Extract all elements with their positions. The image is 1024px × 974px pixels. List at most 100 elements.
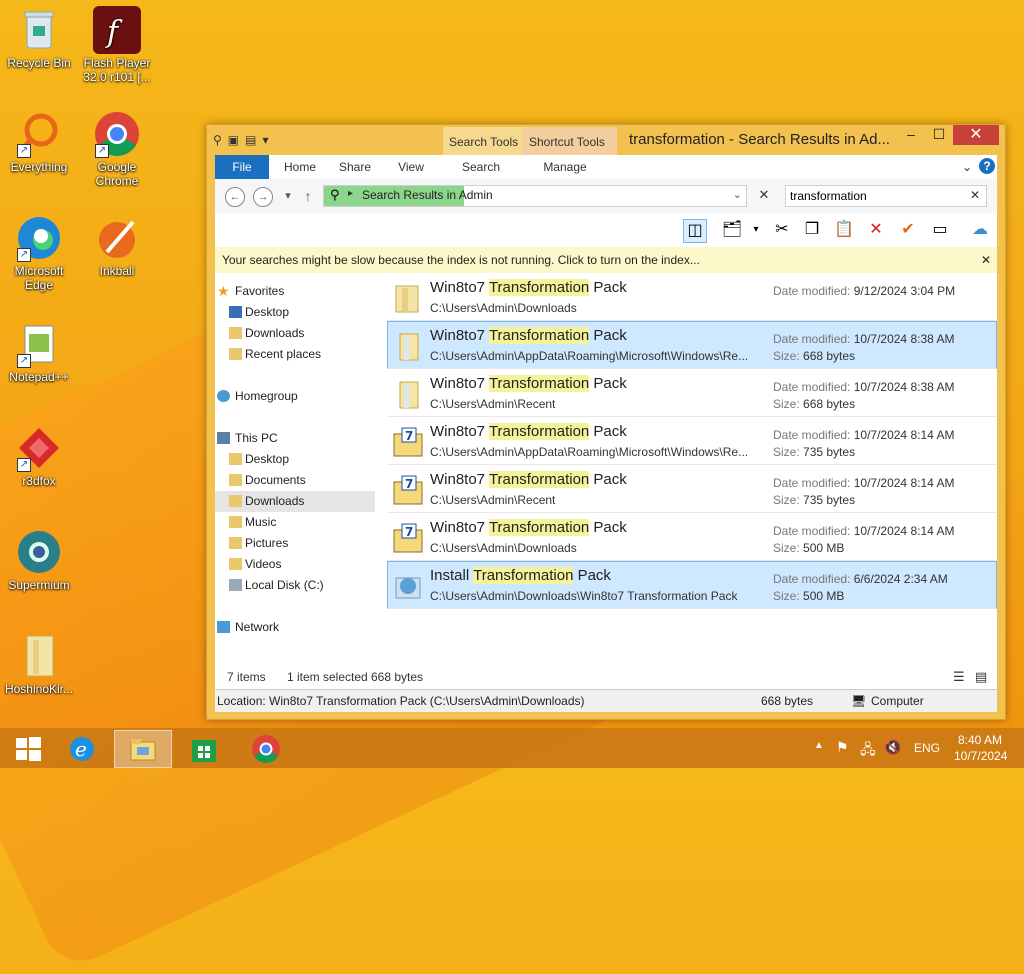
nav-pc-pictures[interactable]: Pictures — [215, 533, 375, 554]
taskbar-file-explorer[interactable] — [114, 730, 172, 768]
folder-icon — [392, 282, 424, 314]
properties-icon[interactable]: ▣ — [228, 133, 239, 147]
nav-pc-videos[interactable]: Videos — [215, 554, 375, 575]
nav-favorites[interactable]: ★ Favorites — [215, 281, 375, 302]
tab-view[interactable]: View — [393, 155, 429, 179]
clear-address-icon[interactable]: ✕ — [755, 187, 773, 205]
search-input[interactable] — [786, 186, 962, 206]
result-row[interactable]: Install Transformation Pack C:\Users\Admi… — [387, 561, 997, 609]
nav-homegroup[interactable]: Homegroup — [215, 386, 375, 407]
r3dfox-icon: ↗ — [15, 424, 63, 472]
desktop-icon-google-chrome[interactable]: ↗ Google Chrome — [78, 110, 156, 188]
result-size: Size: 735 bytes — [773, 493, 856, 507]
status-bar: 7 items 1 item selected 668 bytes ☰ ▤ — [215, 665, 997, 689]
result-row[interactable]: 7 Win8to7 Transformation Pack C:\Users\Adm… — [387, 417, 997, 465]
tab-home[interactable]: Home — [277, 155, 323, 179]
layout-pane-icon[interactable]: ◫ — [683, 219, 707, 243]
address-box[interactable]: ⚲ ▸ Search Results in Admin ⌄ — [323, 185, 747, 207]
taskbar-chrome[interactable] — [238, 730, 294, 766]
result-row[interactable]: Win8to7 Transformation Pack C:\Users\Admi… — [387, 273, 997, 321]
recent-locations-icon[interactable]: ▾ — [279, 187, 297, 205]
paste-icon[interactable]: 📋 — [833, 219, 855, 241]
result-row[interactable]: Win8to7 Transformation Pack C:\Users\Admi… — [387, 369, 997, 417]
copy-icon[interactable]: ❐ — [801, 219, 823, 241]
nav-favorites-downloads[interactable]: Downloads — [215, 323, 375, 344]
search-icon[interactable]: ⚲ — [213, 133, 222, 147]
up-button[interactable]: ↑ — [299, 187, 317, 205]
index-info-bar[interactable]: Your searches might be slow because the … — [215, 247, 997, 273]
maximize-button[interactable]: ☐ — [925, 125, 953, 145]
nav-pc-desktop[interactable]: Desktop — [215, 449, 375, 470]
chrome-icon: ↗ — [93, 110, 141, 158]
clear-search-icon[interactable]: ✕ — [970, 188, 980, 202]
desktop-icon-recycle-bin[interactable]: Recycle Bin — [0, 6, 78, 70]
desktop-icon-supermium[interactable]: Supermium — [0, 528, 78, 592]
context-tab-shortcut-tools: Shortcut Tools — [523, 127, 617, 155]
cloud-icon[interactable]: ☁ — [969, 219, 991, 241]
delete-icon[interactable]: ✕ — [865, 219, 887, 241]
result-name: Win8to7 Transformation Pack — [430, 327, 627, 344]
tab-search[interactable]: Search — [459, 155, 503, 179]
folder-icon — [229, 453, 242, 465]
nav-this-pc[interactable]: This PC — [215, 428, 375, 449]
tiles-view-icon[interactable]: ▤ — [975, 665, 987, 689]
check-icon[interactable]: ✔ — [897, 219, 919, 241]
desktop-icon-inkball[interactable]: Inkball — [78, 214, 156, 278]
nav-favorites-recent-places[interactable]: Recent places — [215, 344, 375, 365]
details-view-icon[interactable]: ☰ — [953, 665, 965, 689]
action-center-flag-icon[interactable]: ⚑ — [836, 739, 849, 756]
desktop-icon-r3dfox[interactable]: ↗ r3dfox — [0, 424, 78, 488]
input-language[interactable]: ENG — [914, 741, 940, 755]
desktop-icon-hoshinokir-folder[interactable]: HoshinoKir... — [0, 632, 78, 696]
result-row[interactable]: 7 Win8to7 Transformation Pack C:\Users\Adm… — [387, 513, 997, 561]
network-status-icon[interactable]: 🖧 — [860, 739, 876, 763]
desktop-icon-everything[interactable]: ↗ Everything — [0, 110, 78, 174]
nav-pc-documents[interactable]: Documents — [215, 470, 375, 491]
search-box[interactable]: ✕ — [785, 185, 987, 207]
folder-options-dropdown-icon[interactable]: ▾ — [745, 219, 767, 241]
shortcut-icon: 7 — [392, 474, 424, 506]
close-button[interactable]: ✕ — [953, 125, 999, 145]
internet-explorer-icon: e — [70, 737, 94, 761]
clock-date[interactable]: 10/7/2024 — [954, 749, 1007, 763]
taskbar-internet-explorer[interactable]: e — [54, 730, 110, 766]
result-row[interactable]: 7 Win8to7 Transformation Pack C:\Users\Adm… — [387, 465, 997, 513]
nav-network[interactable]: Network — [215, 617, 375, 638]
magnifier-icon: ↗ — [15, 110, 63, 158]
help-icon[interactable]: ? — [979, 158, 995, 174]
qat-dropdown-icon[interactable]: ▾ — [262, 133, 268, 147]
result-path: C:\Users\Admin\Downloads — [430, 541, 577, 555]
context-tab-search-tools: Search Tools — [443, 127, 529, 155]
result-row[interactable]: Win8to7 Transformation Pack C:\Users\Admi… — [387, 321, 997, 369]
nav-favorites-desktop[interactable]: Desktop — [215, 302, 375, 323]
result-path: C:\Users\Admin\Downloads — [430, 301, 577, 315]
result-name: Win8to7 Transformation Pack — [430, 375, 627, 392]
desktop-icon-microsoft-edge[interactable]: ↗ Microsoft Edge — [0, 214, 78, 292]
desktop-icon-flash-player[interactable]: f Flash Player 32.0 r101 [... — [78, 6, 156, 84]
forward-button[interactable]: → — [253, 187, 273, 207]
address-dropdown-icon[interactable]: ⌄ — [733, 188, 742, 201]
volume-muted-icon[interactable]: 🔇 — [884, 739, 901, 756]
new-folder-icon[interactable]: ▤ — [245, 133, 256, 147]
shortcut-arrow-icon: ↗ — [17, 144, 31, 158]
taskbar-store[interactable] — [176, 730, 232, 766]
desktop-icon-notepad-plus-plus[interactable]: ↗ Notepad++ — [0, 320, 78, 384]
nav-pc-music[interactable]: Music — [215, 512, 375, 533]
title-bar[interactable]: ⚲ ▣ ▤ ▾ Search Tools Shortcut Tools tran… — [207, 125, 1005, 155]
ribbon-expand-icon[interactable]: ⌄ — [959, 155, 975, 179]
dismiss-info-icon[interactable]: ✕ — [981, 247, 991, 273]
network-icon — [217, 621, 230, 633]
rename-icon[interactable]: ▭ — [929, 219, 951, 241]
tab-manage[interactable]: Manage — [541, 155, 589, 179]
tab-share[interactable]: Share — [335, 155, 375, 179]
nav-pc-local-disk[interactable]: Local Disk (C:) — [215, 575, 375, 596]
nav-pc-downloads[interactable]: Downloads — [215, 491, 375, 512]
cut-icon[interactable]: ✂ — [771, 219, 793, 241]
minimize-button[interactable]: – — [897, 125, 925, 145]
back-button[interactable]: ← — [225, 187, 245, 207]
folder-options-icon[interactable]: 🗂 — [721, 219, 743, 241]
show-hidden-icons[interactable]: ▲ — [814, 740, 824, 751]
clock-time[interactable]: 8:40 AM — [958, 733, 1002, 747]
tab-file[interactable]: File — [215, 155, 269, 179]
start-button[interactable] — [0, 730, 56, 766]
